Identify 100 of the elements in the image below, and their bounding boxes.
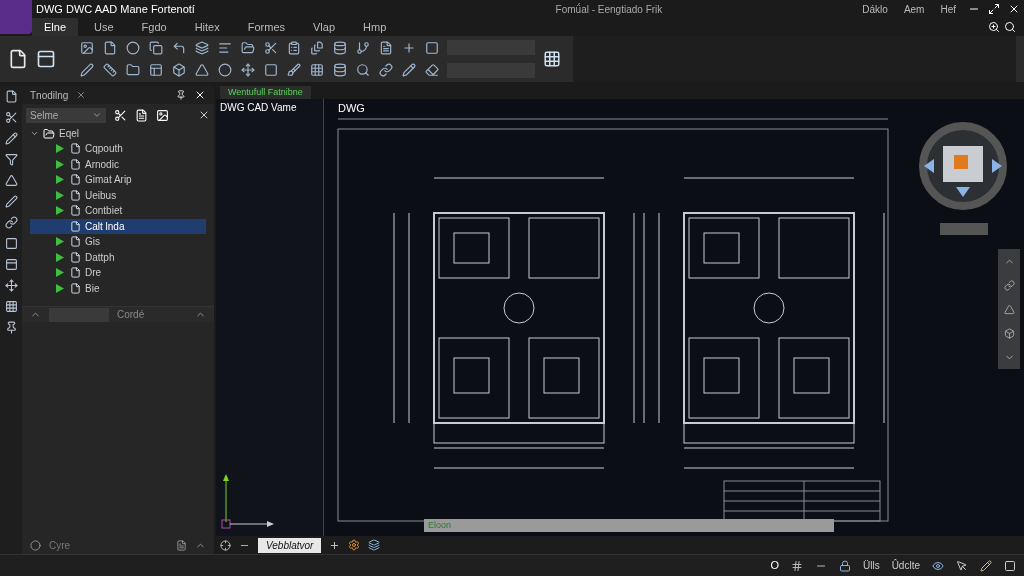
square-icon[interactable] bbox=[4, 237, 18, 250]
pen-icon[interactable] bbox=[4, 195, 18, 208]
title-bar-button[interactable]: Hef bbox=[936, 1, 960, 17]
layout-tab[interactable]: Vebblatvor bbox=[258, 537, 322, 553]
move-icon[interactable] bbox=[4, 279, 18, 292]
filter-icon[interactable] bbox=[4, 153, 18, 166]
circle-icon[interactable] bbox=[30, 539, 41, 551]
copy-icon[interactable] bbox=[149, 41, 163, 55]
folder-icon[interactable] bbox=[241, 41, 255, 55]
tree-item[interactable]: Arnodic bbox=[30, 156, 206, 172]
clipboard-icon[interactable] bbox=[287, 41, 301, 55]
file-icon[interactable] bbox=[4, 90, 18, 103]
tree-item[interactable]: Ueibus bbox=[30, 187, 206, 203]
menu-tab[interactable]: Use bbox=[82, 18, 126, 36]
status-button[interactable]: Ûdclte bbox=[891, 558, 920, 573]
square-icon[interactable] bbox=[425, 41, 439, 55]
pencil-icon[interactable] bbox=[402, 63, 416, 77]
tree-item[interactable]: Contbiet bbox=[30, 203, 206, 219]
layout-icon[interactable] bbox=[149, 63, 163, 77]
triangle-icon[interactable] bbox=[4, 174, 18, 187]
circle-icon[interactable] bbox=[126, 41, 140, 55]
move-icon[interactable] bbox=[241, 63, 255, 77]
scissors-icon[interactable] bbox=[264, 41, 278, 55]
square-icon[interactable] bbox=[1004, 559, 1016, 572]
square-icon[interactable] bbox=[264, 63, 278, 77]
undo-icon[interactable] bbox=[172, 41, 186, 55]
menu-tab[interactable]: Elne bbox=[32, 18, 79, 36]
link-icon[interactable] bbox=[4, 216, 18, 229]
maximize-icon[interactable] bbox=[988, 3, 1000, 15]
plus-icon[interactable] bbox=[329, 539, 341, 551]
zoom-icon[interactable] bbox=[988, 21, 1000, 33]
align-icon[interactable] bbox=[218, 41, 232, 55]
files-icon[interactable] bbox=[310, 41, 324, 55]
pin-icon[interactable] bbox=[4, 321, 18, 334]
caret-icon bbox=[92, 110, 102, 120]
grid-icon[interactable] bbox=[790, 559, 803, 572]
scissors-icon[interactable] bbox=[4, 111, 18, 124]
filter-dropdown[interactable]: Selme bbox=[26, 107, 106, 123]
tree-item[interactable]: Gis bbox=[30, 234, 206, 250]
database-icon[interactable] bbox=[333, 63, 347, 77]
close-icon[interactable] bbox=[194, 89, 206, 101]
tree-item[interactable]: Dre bbox=[30, 265, 206, 281]
file-icon[interactable] bbox=[103, 41, 117, 55]
file-icon bbox=[70, 158, 81, 170]
menu-tab[interactable]: Vlap bbox=[301, 18, 348, 36]
close-icon[interactable] bbox=[1008, 3, 1020, 15]
tree-item[interactable]: Bie bbox=[30, 280, 206, 296]
brush-icon[interactable] bbox=[287, 63, 301, 77]
tree-item[interactable]: Gimat Arip bbox=[30, 172, 206, 188]
grid-icon[interactable] bbox=[310, 63, 324, 77]
close-icon[interactable] bbox=[198, 109, 210, 121]
gear-icon[interactable] bbox=[348, 539, 361, 551]
pencil-icon[interactable] bbox=[4, 132, 18, 145]
circle-icon[interactable] bbox=[218, 63, 232, 77]
triangle-icon[interactable] bbox=[195, 63, 209, 77]
box-icon[interactable] bbox=[172, 63, 186, 77]
link-icon[interactable] bbox=[379, 63, 393, 77]
document-icon[interactable] bbox=[379, 41, 393, 55]
lock-icon[interactable] bbox=[838, 559, 851, 572]
folder-icon[interactable] bbox=[43, 127, 55, 140]
layers-icon[interactable] bbox=[195, 41, 209, 55]
box-icon[interactable] bbox=[1003, 327, 1015, 339]
eraser-icon[interactable] bbox=[425, 63, 439, 77]
pointer-icon[interactable] bbox=[956, 559, 968, 572]
section-label: Cordé bbox=[117, 308, 145, 322]
tree-item[interactable]: Eqel bbox=[59, 126, 79, 141]
search-icon[interactable] bbox=[1004, 21, 1016, 33]
layers-icon[interactable] bbox=[368, 539, 381, 551]
grid-icon[interactable] bbox=[4, 300, 18, 313]
document-tab[interactable]: Wentufull Fatnibne bbox=[220, 86, 311, 99]
eye-icon[interactable] bbox=[932, 559, 944, 572]
pencil-icon[interactable] bbox=[980, 559, 992, 572]
menu-tab[interactable]: Hmp bbox=[351, 18, 399, 36]
tree-item[interactable]: Dattph bbox=[30, 249, 206, 265]
search-icon[interactable] bbox=[356, 63, 370, 77]
image-icon[interactable] bbox=[80, 41, 94, 55]
scissors-icon[interactable] bbox=[114, 108, 127, 122]
pin-icon[interactable] bbox=[176, 90, 186, 100]
viewport-title: DWG CAD Vame bbox=[219, 101, 298, 115]
title-bar-button[interactable]: Dáklo bbox=[858, 1, 892, 17]
menu-tab[interactable]: Fgdo bbox=[129, 18, 179, 36]
database-icon[interactable] bbox=[333, 41, 347, 55]
panel-icon[interactable] bbox=[4, 258, 18, 271]
status-button[interactable]: Ülls bbox=[862, 558, 880, 573]
title-bar-button[interactable]: Aem bbox=[899, 1, 929, 17]
folder-icon[interactable] bbox=[126, 63, 140, 77]
link-icon[interactable] bbox=[1003, 279, 1015, 291]
branch-icon[interactable] bbox=[356, 41, 370, 55]
menu-tab[interactable]: Hitex bbox=[182, 18, 232, 36]
menu-tab[interactable]: Formes bbox=[235, 18, 297, 36]
file-icon bbox=[70, 251, 81, 263]
file-icon[interactable] bbox=[8, 49, 28, 69]
grid-icon[interactable] bbox=[543, 50, 561, 68]
ruler-icon[interactable] bbox=[103, 63, 117, 77]
navigation-cube-icon[interactable] bbox=[916, 119, 1010, 213]
crosshair-icon[interactable] bbox=[220, 539, 231, 551]
tree-item[interactable]: Calt lnda bbox=[30, 218, 206, 234]
tree-item[interactable]: Cqpouth bbox=[30, 141, 206, 157]
pen-icon[interactable] bbox=[80, 63, 94, 77]
panel-icon[interactable] bbox=[36, 49, 56, 69]
